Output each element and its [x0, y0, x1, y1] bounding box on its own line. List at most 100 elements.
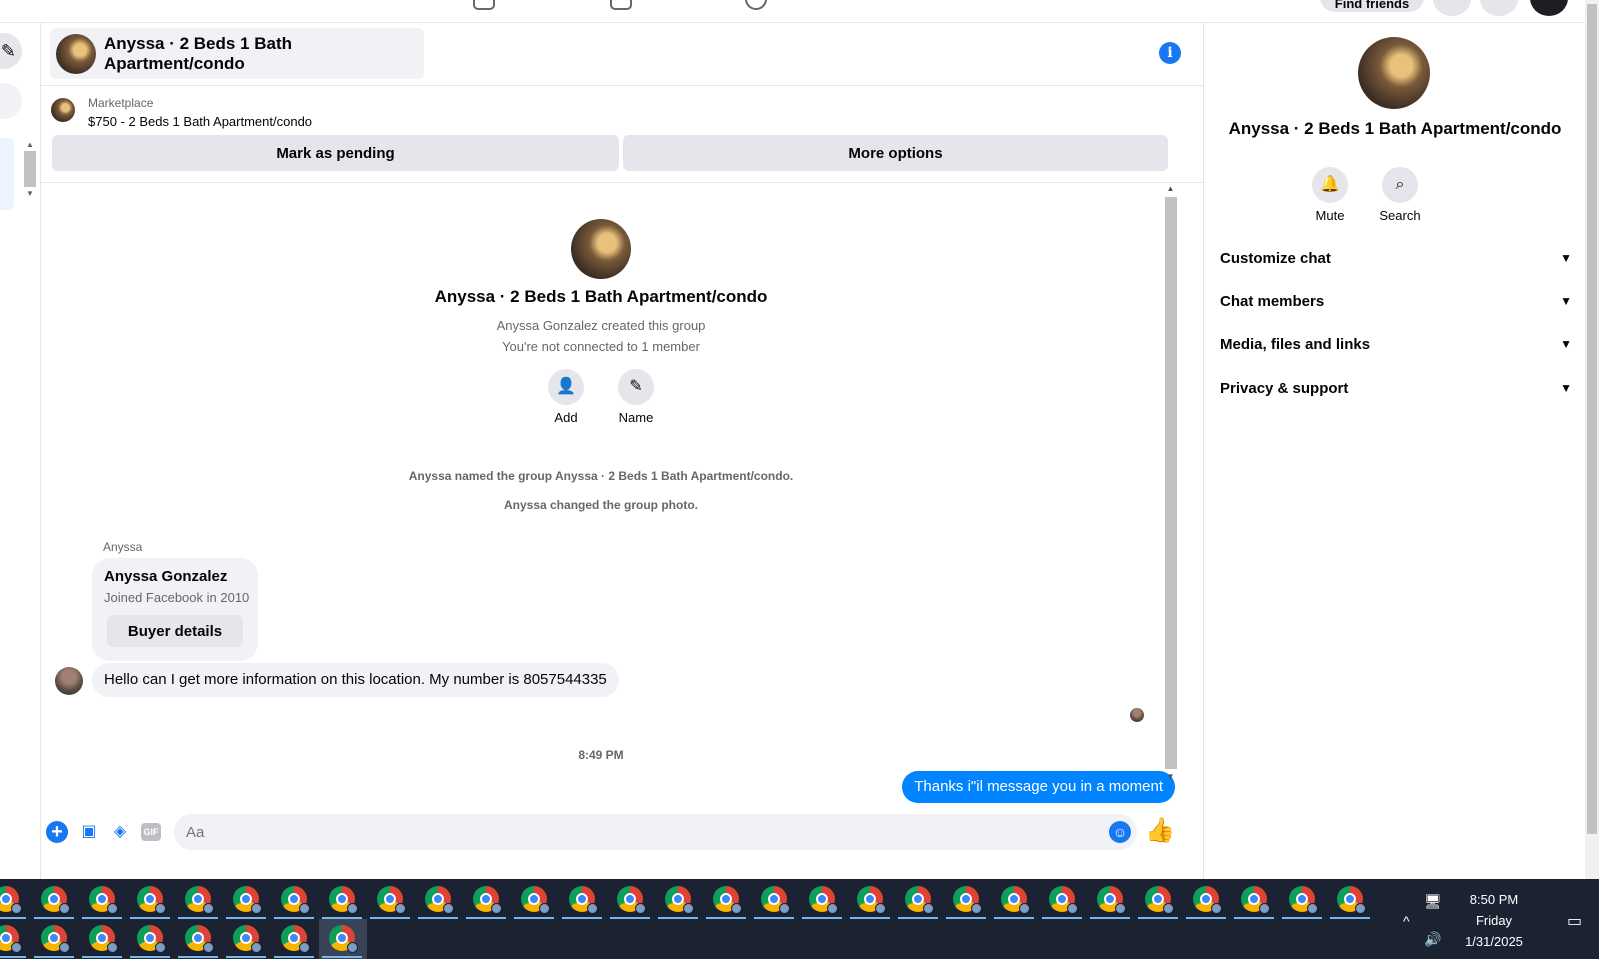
chrome-app-icon[interactable]	[0, 925, 22, 953]
clock-time[interactable]: 8:50 PM	[1454, 892, 1534, 907]
chat-members-section[interactable]: Chat members ▼	[1220, 283, 1572, 319]
profile-badge-icon	[923, 903, 934, 914]
incoming-message-bubble[interactable]: Hello can I get more information on this…	[92, 663, 619, 697]
chrome-app-icon[interactable]	[857, 886, 886, 914]
chrome-app-icon[interactable]	[569, 886, 598, 914]
scroll-up-icon[interactable]: ▲	[22, 140, 38, 149]
chrome-app-icon[interactable]	[617, 886, 646, 914]
scroll-thumb[interactable]	[1164, 197, 1177, 769]
scroll-down-icon[interactable]: ▼	[1162, 771, 1179, 783]
add-member-icon[interactable]: 👤	[548, 369, 584, 405]
chrome-app-icon[interactable]	[329, 925, 358, 953]
chrome-app-icon[interactable]	[137, 886, 166, 914]
scroll-down-icon[interactable]: ▼	[22, 189, 38, 198]
profile-badge-icon	[1115, 903, 1126, 914]
scroll-up-icon[interactable]: ▲	[1162, 183, 1179, 195]
selected-chat-highlight[interactable]	[0, 138, 14, 210]
chrome-app-icon[interactable]	[89, 886, 118, 914]
chrome-app-icon[interactable]	[41, 886, 70, 914]
bell-icon[interactable]: 🔔	[1312, 167, 1348, 203]
sticker-icon[interactable]: ◈	[109, 821, 131, 843]
chrome-app-icon[interactable]	[89, 925, 118, 953]
scroll-thumb[interactable]	[1587, 4, 1597, 834]
scroll-thumb[interactable]	[24, 151, 36, 187]
chrome-app-icon[interactable]	[377, 886, 406, 914]
listing-title[interactable]: $750 - 2 Beds 1 Bath Apartment/condo	[88, 114, 312, 129]
customize-chat-section[interactable]: Customize chat ▼	[1220, 240, 1572, 276]
chrome-app-icon[interactable]	[425, 886, 454, 914]
chrome-app-icon[interactable]	[1289, 886, 1318, 914]
gif-icon[interactable]: GIF	[141, 823, 161, 841]
clock-date[interactable]: 1/31/2025	[1454, 934, 1534, 949]
chrome-app-icon[interactable]	[953, 886, 982, 914]
buyer-details-button[interactable]: Buyer details	[107, 615, 243, 647]
running-indicator	[754, 917, 794, 919]
chrome-app-icon[interactable]	[665, 886, 694, 914]
running-indicator	[514, 917, 554, 919]
chrome-app-icon[interactable]	[473, 886, 502, 914]
running-indicator	[850, 917, 890, 919]
message-scrollbar[interactable]: ▲ ▼	[1162, 183, 1179, 803]
clock-day[interactable]: Friday	[1454, 913, 1534, 928]
chrome-app-icon[interactable]	[329, 886, 358, 914]
network-icon[interactable]: 🖥	[1424, 893, 1442, 910]
profile-badge-icon	[827, 903, 838, 914]
chrome-app-icon[interactable]	[1049, 886, 1078, 914]
volume-icon[interactable]: 🔊	[1424, 931, 1441, 948]
privacy-support-section[interactable]: Privacy & support ▼	[1220, 370, 1572, 406]
chrome-app-icon[interactable]	[1001, 886, 1030, 914]
chrome-app-icon[interactable]	[521, 886, 550, 914]
menu-grid-icon[interactable]	[1433, 0, 1471, 16]
chrome-app-icon[interactable]	[713, 886, 742, 914]
page-scrollbar[interactable]	[1585, 0, 1599, 879]
plus-icon[interactable]: +	[46, 821, 68, 843]
search-icon[interactable]: ⌕	[1382, 167, 1418, 203]
groups-nav-icon[interactable]	[610, 0, 632, 10]
gaming-nav-icon[interactable]	[745, 0, 767, 10]
search-pill[interactable]	[0, 83, 22, 119]
thumbs-up-icon[interactable]: 👍	[1145, 817, 1175, 845]
media-files-links-section[interactable]: Media, files and links ▼	[1220, 326, 1572, 362]
compose-icon[interactable]: ✎	[0, 33, 22, 69]
chrome-app-icon[interactable]	[281, 886, 310, 914]
chrome-app-icon[interactable]	[809, 886, 838, 914]
chrome-app-icon[interactable]	[1145, 886, 1174, 914]
chrome-app-icon[interactable]	[1241, 886, 1270, 914]
emoji-icon[interactable]: ☺	[1109, 821, 1131, 843]
notifications-icon[interactable]: ▭	[1567, 911, 1582, 931]
chrome-app-icon[interactable]	[233, 886, 262, 914]
group-photo-large[interactable]	[1358, 37, 1430, 109]
find-friends-button[interactable]: Find friends	[1320, 0, 1424, 12]
photo-icon[interactable]: ▣	[78, 821, 100, 843]
chrome-app-icon[interactable]	[185, 925, 214, 953]
info-icon[interactable]: i	[1159, 42, 1181, 64]
chrome-app-icon[interactable]	[1337, 886, 1366, 914]
running-indicator	[946, 917, 986, 919]
listing-thumbnail[interactable]	[51, 98, 75, 122]
running-indicator	[322, 917, 362, 919]
sender-avatar[interactable]	[55, 667, 83, 695]
chrome-app-icon[interactable]	[0, 886, 22, 914]
chrome-app-icon[interactable]	[233, 925, 262, 953]
chrome-app-icon[interactable]	[137, 925, 166, 953]
chrome-app-icon[interactable]	[41, 925, 70, 953]
chrome-app-icon[interactable]	[185, 886, 214, 914]
chevron-up-icon[interactable]: ^	[1403, 913, 1410, 929]
chevron-down-icon: ▼	[1560, 294, 1572, 308]
system-tray: 🖥 ^ 🔊 8:50 PM Friday 1/31/2025 ▭	[1399, 879, 1599, 959]
chrome-app-icon[interactable]	[281, 925, 310, 953]
chrome-app-icon[interactable]	[761, 886, 790, 914]
chrome-app-icon[interactable]	[1193, 886, 1222, 914]
chat-list-scrollbar[interactable]: ▲ ▼	[22, 140, 38, 222]
edit-name-icon[interactable]: ✎	[618, 369, 654, 405]
account-avatar[interactable]	[1530, 0, 1568, 16]
message-input[interactable]	[174, 814, 1137, 850]
chrome-app-icon[interactable]	[1097, 886, 1126, 914]
messenger-icon[interactable]	[1480, 0, 1518, 16]
outgoing-message-bubble[interactable]: Thanks i"il message you in a moment	[902, 771, 1175, 803]
chrome-app-icon[interactable]	[905, 886, 934, 914]
mark-as-pending-button[interactable]: Mark as pending	[52, 135, 619, 171]
chat-title-chip[interactable]: Anyssa · 2 Beds 1 Bath Apartment/condo	[50, 28, 424, 79]
marketplace-nav-icon[interactable]	[473, 0, 495, 10]
more-options-button[interactable]: More options	[623, 135, 1168, 171]
